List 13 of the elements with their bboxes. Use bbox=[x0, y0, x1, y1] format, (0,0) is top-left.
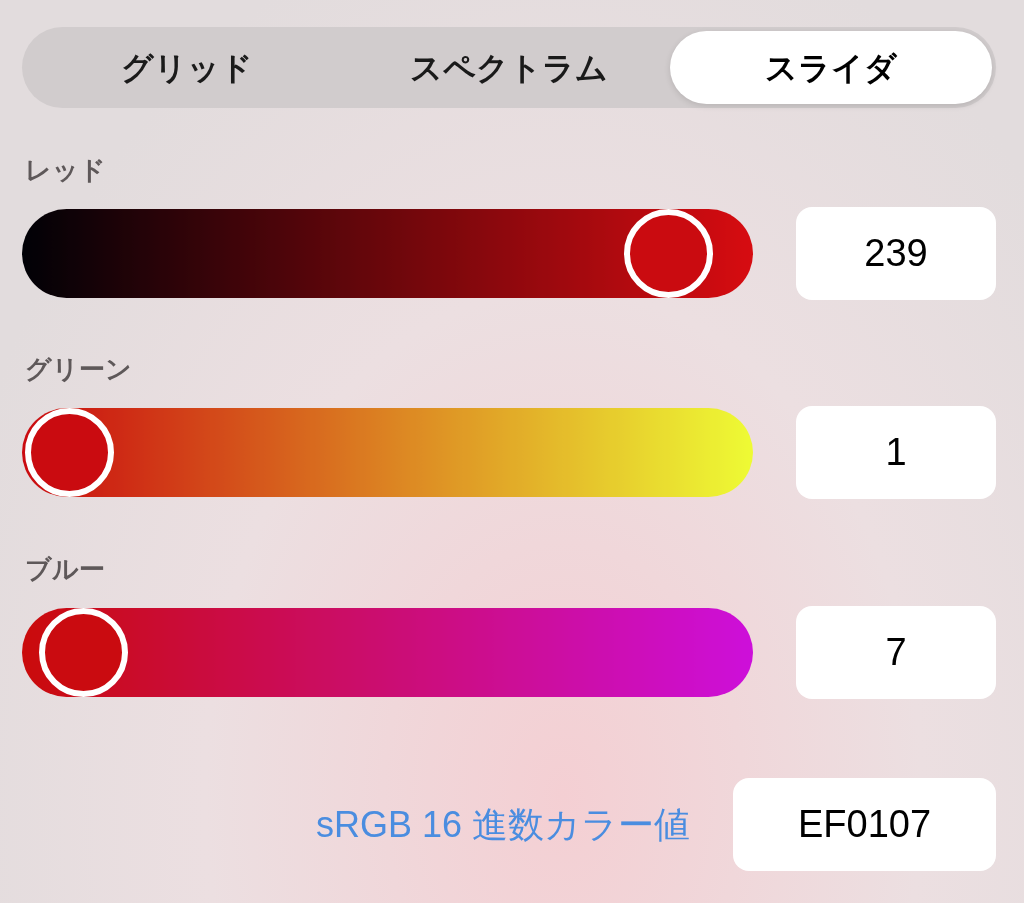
slider-thumb[interactable] bbox=[24, 408, 114, 497]
value-field[interactable]: 1 bbox=[796, 406, 996, 499]
value-field[interactable]: 239 bbox=[796, 207, 996, 300]
slider-label: ブルー bbox=[24, 554, 105, 584]
value-field[interactable]: 7 bbox=[796, 606, 996, 699]
slider-label: グリーン bbox=[24, 354, 132, 384]
tab[interactable]: スペクトラム bbox=[348, 31, 670, 104]
slider-label: レッド bbox=[24, 155, 106, 185]
tab[interactable]: スライダ bbox=[670, 31, 992, 104]
hex-value-field[interactable]: EF0107 bbox=[733, 778, 996, 871]
hex-color-label: sRGB 16 進数カラー値 bbox=[315, 802, 690, 847]
tab[interactable]: グリッド bbox=[26, 31, 348, 104]
slider-thumb[interactable] bbox=[39, 608, 129, 697]
